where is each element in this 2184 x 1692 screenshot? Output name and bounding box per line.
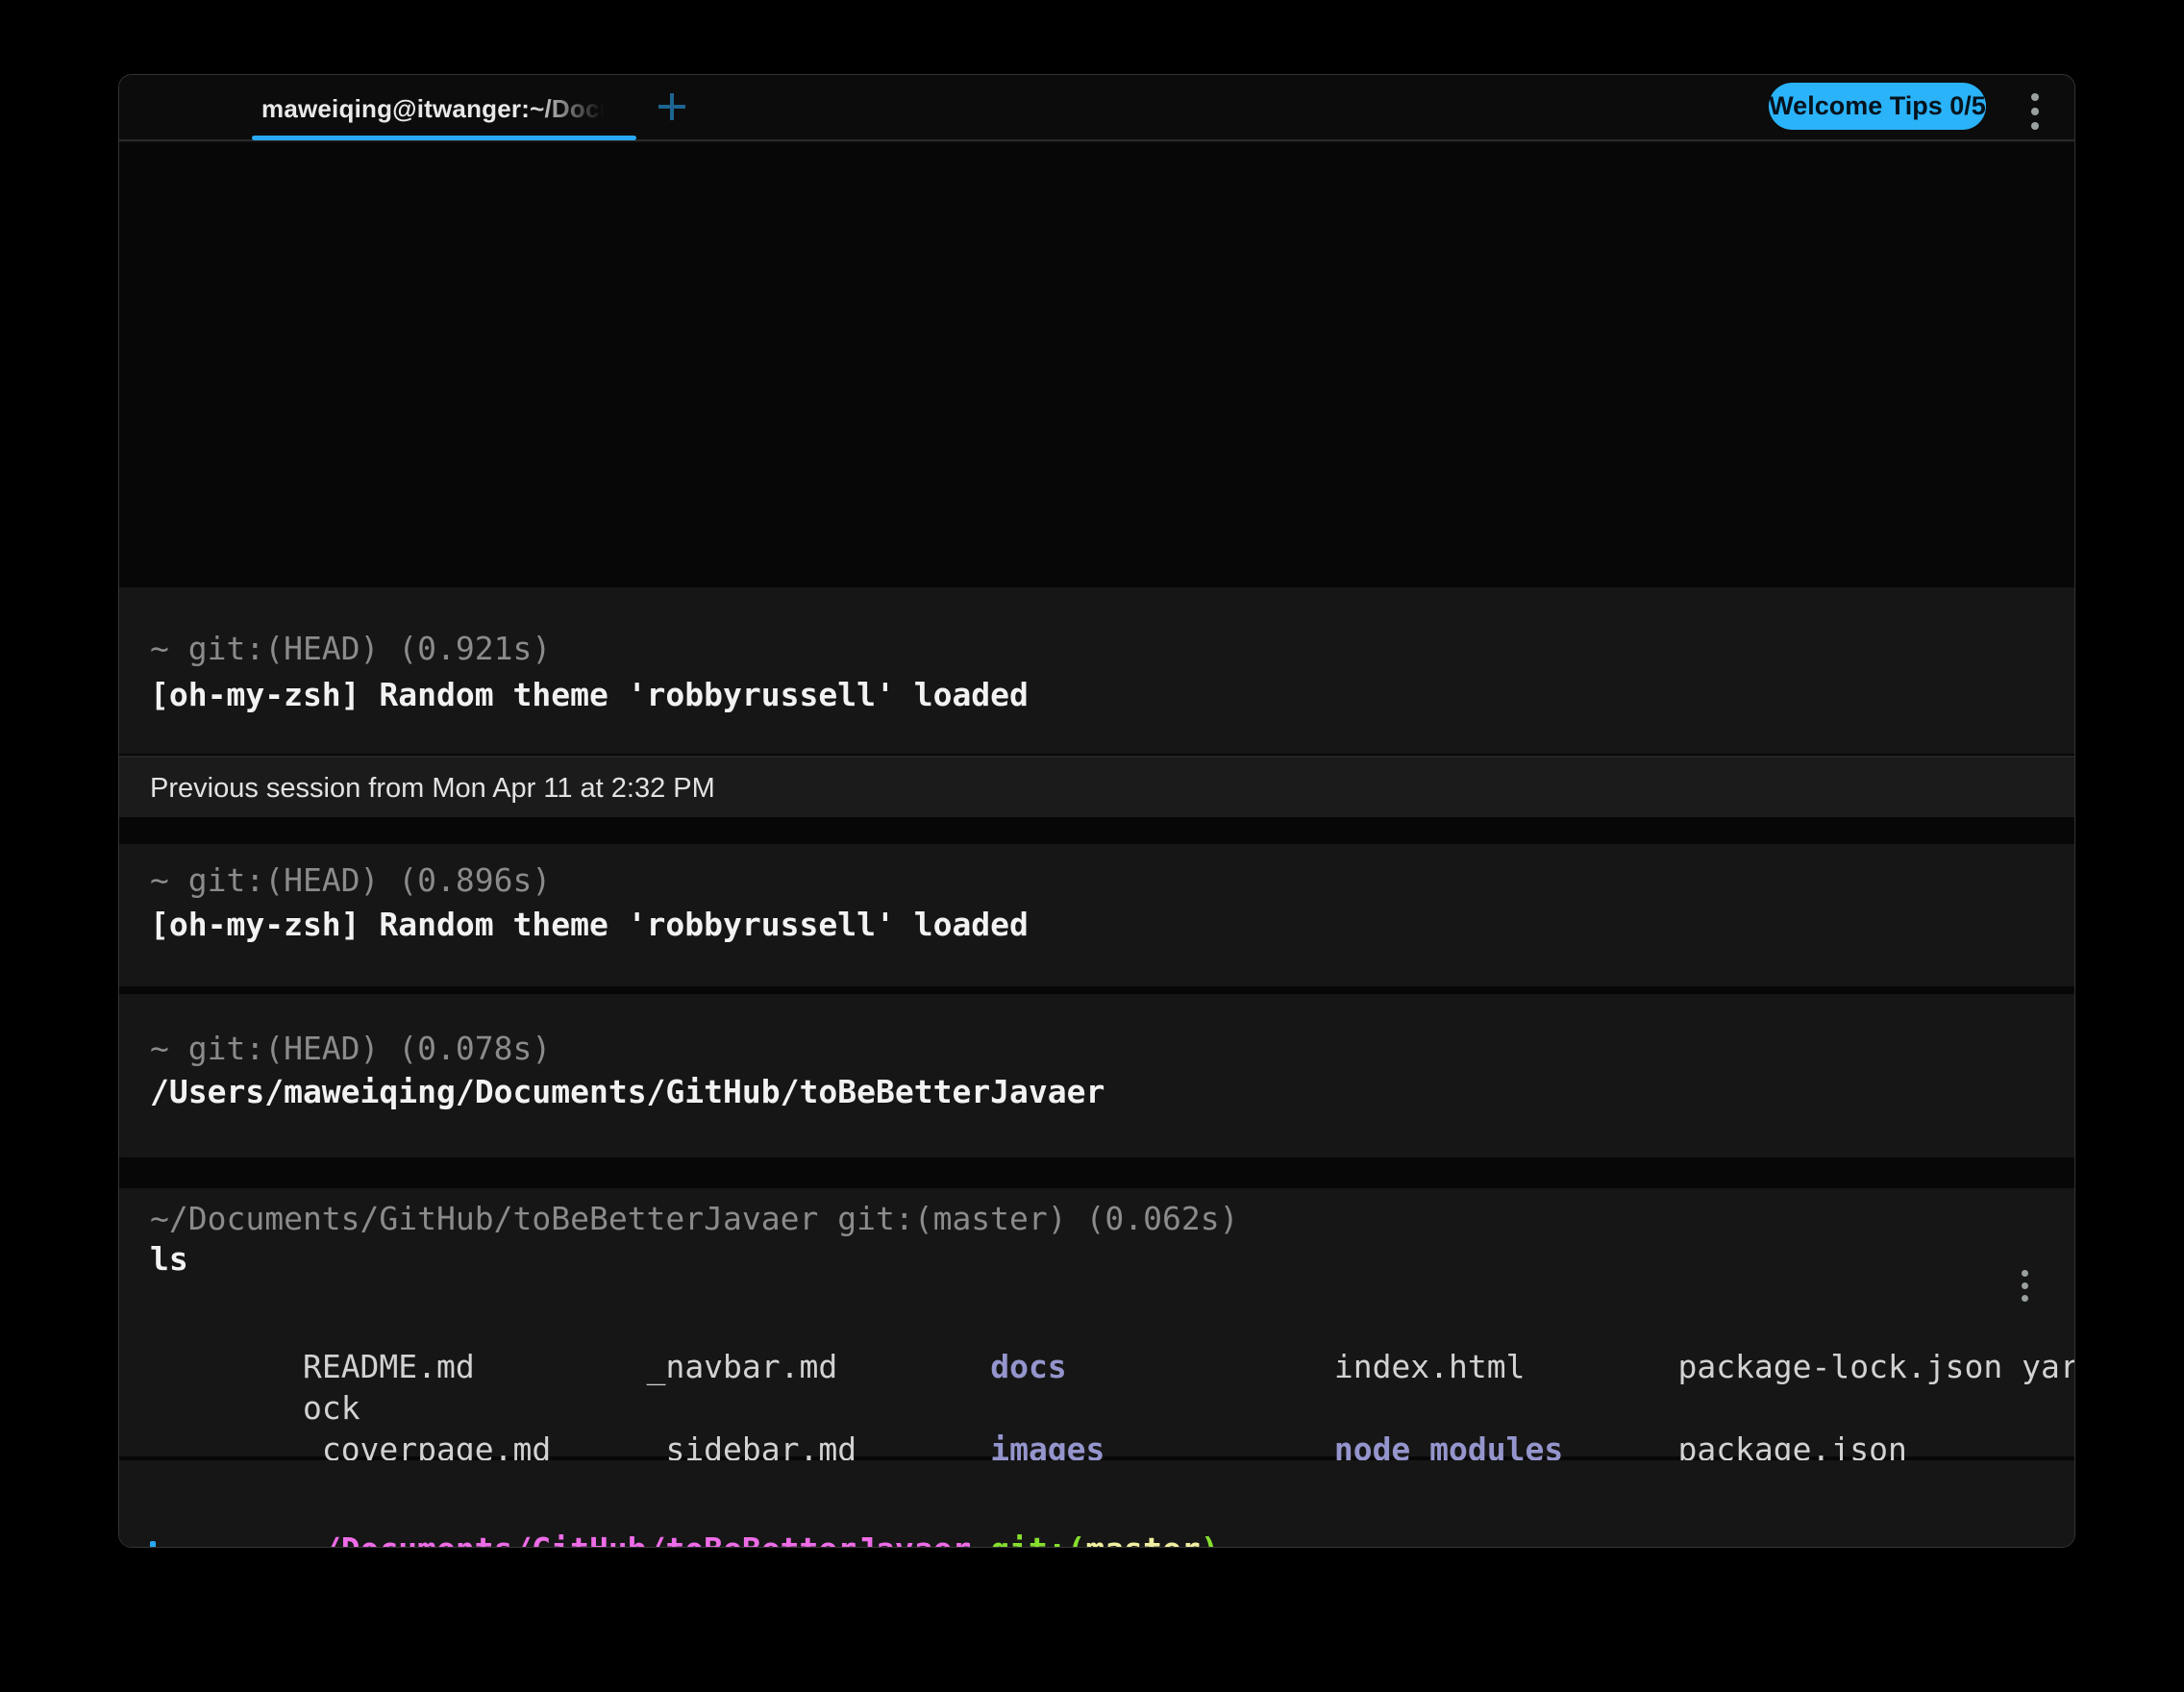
- git-branch: master: [1086, 1530, 1201, 1547]
- prompt-line: ~ git:(HEAD) (0.078s): [150, 1030, 552, 1067]
- welcome-tips-label: Welcome Tips 0/5: [1769, 91, 1986, 120]
- kebab-menu-icon: [2031, 107, 2039, 115]
- directory-name: docs: [990, 1348, 1334, 1385]
- kebab-menu-icon: [2031, 92, 2039, 101]
- command-block-2[interactable]: ~ git:(HEAD) (0.896s) [oh-my-zsh] Random…: [119, 844, 2074, 986]
- kebab-menu-icon: [2021, 1282, 2028, 1289]
- ls-output-row: _coverpage.md _sidebar.md images node_mo…: [150, 1383, 1907, 1468]
- welcome-tips-button[interactable]: Welcome Tips 0/5: [1769, 83, 1986, 130]
- command-output: [oh-my-zsh] Random theme 'robbyrussell' …: [150, 676, 1029, 713]
- active-input-block[interactable]: ~/Documents/GitHub/toBeBetterJavaer git:…: [119, 1460, 2074, 1547]
- prompt-line: ~ git:(HEAD) (0.921s): [150, 630, 552, 667]
- previous-session-text: Previous session from Mon Apr 11 at 2:32…: [150, 773, 715, 804]
- tab-terminal-session[interactable]: maweiqing@itwanger:~/Docum: [261, 91, 617, 126]
- plus-icon: [670, 93, 674, 120]
- active-prompt-line: ~/Documents/GitHub/toBeBetterJavaer git:…: [150, 1483, 1220, 1547]
- command-output: /Users/maweiqing/Documents/GitHub/toBeBe…: [150, 1073, 1105, 1110]
- command-block-1[interactable]: ~ git:(HEAD) (0.921s) [oh-my-zsh] Random…: [119, 587, 2074, 754]
- prompt-line: ~ git:(HEAD) (0.896s): [150, 861, 552, 899]
- kebab-menu-icon: [2031, 121, 2039, 130]
- file-name: yarn.l: [2022, 1348, 2075, 1385]
- previous-session-banner: Previous session from Mon Apr 11 at 2:32…: [119, 756, 2074, 817]
- ls-output-row: README.md _navbar.md docs index.html pac…: [150, 1301, 2074, 1385]
- prompt-line: ~/Documents/GitHub/toBeBetterJavaer git:…: [150, 1200, 1239, 1237]
- terminal-window: maweiqing@itwanger:~/Docum Welcome Tips …: [118, 74, 2075, 1548]
- command-block-3[interactable]: ~ git:(HEAD) (0.078s) /Users/maweiqing/D…: [119, 994, 2074, 1157]
- tab-title-fade: [531, 91, 617, 126]
- command-text: ls: [150, 1240, 188, 1278]
- command-block-ls[interactable]: ~/Documents/GitHub/toBeBetterJavaer git:…: [119, 1188, 2074, 1468]
- block-actions-menu-button[interactable]: [2020, 1267, 2029, 1305]
- terminal-cursor[interactable]: [150, 1541, 156, 1547]
- file-name: package-lock.json: [1677, 1348, 2023, 1385]
- ls-output-row-wrap: ock: [150, 1342, 360, 1427]
- file-name: _navbar.md: [646, 1348, 991, 1385]
- file-name: index.html: [1333, 1348, 1678, 1385]
- git-suffix: ): [1201, 1530, 1220, 1547]
- terminal-content: ~ git:(HEAD) (0.921s) [oh-my-zsh] Random…: [119, 143, 2074, 1547]
- active-tab-indicator: [252, 136, 636, 140]
- window-menu-button[interactable]: [2030, 89, 2040, 133]
- git-prefix: git:(: [990, 1530, 1085, 1547]
- tab-bar: maweiqing@itwanger:~/Docum Welcome Tips …: [119, 75, 2074, 186]
- prompt-path: ~/Documents/GitHub/toBeBetterJavaer: [303, 1530, 971, 1547]
- kebab-menu-icon: [2021, 1270, 2028, 1277]
- kebab-menu-icon: [2021, 1295, 2028, 1302]
- command-output: [oh-my-zsh] Random theme 'robbyrussell' …: [150, 906, 1029, 943]
- new-tab-button[interactable]: [658, 92, 686, 121]
